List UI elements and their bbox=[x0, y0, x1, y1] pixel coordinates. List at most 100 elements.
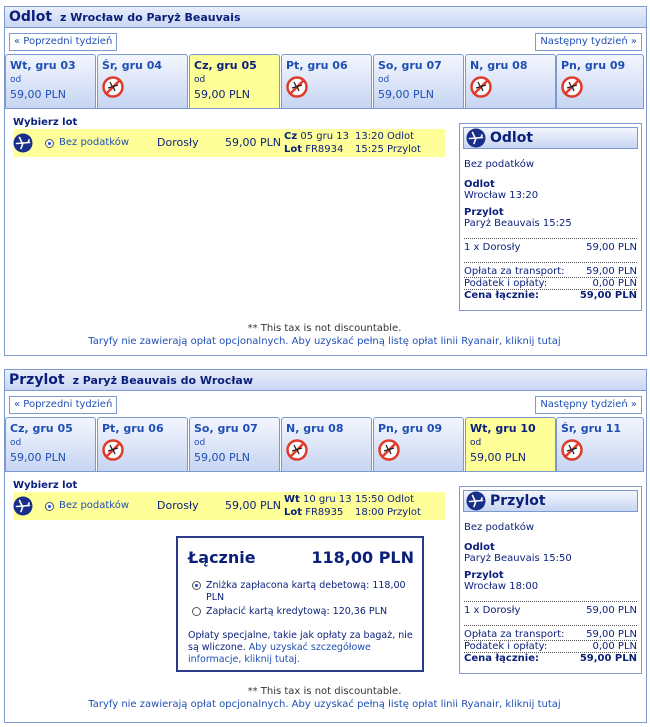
summary-pax-row: 1 x Dorosły 59,00 PLN bbox=[464, 601, 637, 616]
plane-icon bbox=[466, 128, 486, 148]
day-label: Wt, gru 10 bbox=[470, 422, 536, 435]
outbound-route: z Wrocław do Paryż Beauvais bbox=[60, 10, 241, 24]
inbound-day-tab[interactable]: Śr, gru 11 bbox=[556, 417, 644, 471]
summary-arr-label: Przylot bbox=[464, 207, 504, 218]
inbound-title: Przylot bbox=[9, 372, 65, 388]
day-price: 59,00 PLN bbox=[470, 451, 526, 464]
fare-price: 59,00 PLN bbox=[225, 136, 281, 149]
day-od: od bbox=[10, 75, 22, 85]
summary-tax: Bez podatków bbox=[464, 159, 535, 170]
day-od: od bbox=[194, 75, 206, 85]
special-fees-info: Opłaty specjalne, takie jak opłaty za ba… bbox=[188, 630, 416, 666]
fare-radio[interactable] bbox=[45, 139, 54, 148]
no-flight-icon bbox=[102, 439, 124, 461]
day-label: Cz, gru 05 bbox=[10, 422, 73, 435]
inbound-next-week-button[interactable]: Następny tydzień » bbox=[535, 396, 642, 414]
inbound-summary: Przylot Bez podatków Odlot Paryż Beauvai… bbox=[459, 486, 642, 674]
no-flight-icon bbox=[286, 76, 308, 98]
inbound-day-tabs: Cz, gru 05 od 59,00 PLN Pt, gru 06 So, g… bbox=[5, 417, 646, 472]
day-label: Pt, gru 06 bbox=[102, 422, 164, 435]
summary-title: Odlot bbox=[490, 130, 534, 146]
plane-icon bbox=[466, 491, 486, 511]
summary-transport-row: Opłata za transport: 59,00 PLN bbox=[464, 262, 637, 277]
inbound-day-tab[interactable]: Pn, gru 09 bbox=[373, 417, 464, 471]
debit-card-radio[interactable] bbox=[192, 581, 201, 590]
fare-price: 59,00 PLN bbox=[225, 499, 281, 512]
outbound-day-tab[interactable]: So, gru 07 od 59,00 PLN bbox=[373, 54, 464, 108]
total-value: 118,00 PLN bbox=[311, 548, 414, 567]
day-label: Pn, gru 09 bbox=[378, 422, 443, 435]
day-price: 59,00 PLN bbox=[378, 88, 434, 101]
day-price: 59,00 PLN bbox=[10, 88, 66, 101]
day-od: od bbox=[194, 438, 206, 448]
summary-pax-row: 1 x Dorosły 59,00 PLN bbox=[464, 238, 637, 253]
fare-radio[interactable] bbox=[45, 502, 54, 511]
passenger-type: Dorosły bbox=[157, 136, 199, 149]
inbound-flight-row[interactable]: Bez podatków Dorosły 59,00 PLN Wt 10 gru… bbox=[13, 492, 445, 520]
day-label: Cz, gru 05 bbox=[194, 59, 257, 72]
outbound-day-tab[interactable]: Cz, gru 05 od 59,00 PLN bbox=[189, 54, 280, 108]
summary-total-row: Cena łącznie: 59,00 PLN bbox=[464, 289, 637, 301]
passenger-type: Dorosły bbox=[157, 499, 199, 512]
pick-flight-title: Wybierz lot bbox=[13, 480, 78, 491]
outbound-section: Odlot z Wrocław do Paryż Beauvais « Popr… bbox=[4, 6, 647, 356]
inbound-prev-week-button[interactable]: « Poprzedni tydzień bbox=[9, 396, 118, 414]
fees-link[interactable]: Taryfy nie zawierają opłat opcjonalnych.… bbox=[5, 336, 644, 347]
day-label: N, gru 08 bbox=[286, 422, 344, 435]
summary-arr-value: Wrocław 18:00 bbox=[464, 581, 539, 592]
outbound-day-tabs: Wt, gru 03 od 59,00 PLN Śr, gru 04 Cz, g… bbox=[5, 54, 646, 109]
outbound-day-tab[interactable]: N, gru 08 bbox=[465, 54, 556, 108]
day-label: So, gru 07 bbox=[194, 422, 258, 435]
plane-icon bbox=[13, 133, 33, 153]
day-label: Śr, gru 11 bbox=[561, 422, 622, 435]
credit-card-option: Zapłacić kartą kredytową: 120,36 PLN bbox=[206, 606, 388, 617]
fees-link[interactable]: Taryfy nie zawierają opłat opcjonalnych.… bbox=[5, 699, 644, 710]
flight-times: 13:20 Odlot 15:25 Przylot bbox=[355, 131, 421, 155]
day-od: od bbox=[10, 438, 22, 448]
no-flight-icon bbox=[286, 439, 308, 461]
pick-flight-title: Wybierz lot bbox=[13, 117, 78, 128]
summary-tax: Bez podatków bbox=[464, 522, 535, 533]
inbound-day-tab[interactable]: Wt, gru 10 od 59,00 PLN bbox=[465, 417, 556, 471]
flight-times: 15:50 Odlot 18:00 Przylot bbox=[355, 494, 421, 518]
day-label: Pn, gru 09 bbox=[561, 59, 626, 72]
no-flight-icon bbox=[102, 76, 124, 98]
outbound-flight-row[interactable]: Bez podatków Dorosły 59,00 PLN Cz 05 gru… bbox=[13, 129, 445, 157]
inbound-day-tab[interactable]: N, gru 08 bbox=[281, 417, 372, 471]
summary-arr-label: Przylot bbox=[464, 570, 504, 581]
summary-header: Odlot bbox=[463, 127, 638, 149]
day-od: od bbox=[470, 438, 482, 448]
summary-header: Przylot bbox=[463, 490, 638, 512]
outbound-day-tab[interactable]: Pn, gru 09 bbox=[556, 54, 644, 108]
summary-fees-row: Podatek i opłaty: 0,00 PLN bbox=[464, 277, 637, 289]
outbound-title: Odlot bbox=[9, 9, 53, 25]
inbound-day-tab[interactable]: So, gru 07 od 59,00 PLN bbox=[189, 417, 280, 471]
fare-tax-label: Bez podatków bbox=[59, 137, 130, 148]
outbound-day-tab[interactable]: Wt, gru 03 od 59,00 PLN bbox=[5, 54, 96, 108]
outbound-prev-week-button[interactable]: « Poprzedni tydzień bbox=[9, 33, 118, 51]
summary-fees-row: Podatek i opłaty: 0,00 PLN bbox=[464, 640, 637, 652]
day-label: N, gru 08 bbox=[470, 59, 528, 72]
outbound-day-tab[interactable]: Pt, gru 06 bbox=[281, 54, 372, 108]
day-label: So, gru 07 bbox=[378, 59, 442, 72]
no-flight-icon bbox=[561, 76, 583, 98]
summary-total-row: Cena łącznie: 59,00 PLN bbox=[464, 652, 637, 664]
credit-card-radio[interactable] bbox=[192, 607, 201, 616]
outbound-day-tab[interactable]: Śr, gru 04 bbox=[97, 54, 188, 108]
inbound-day-tab[interactable]: Cz, gru 05 od 59,00 PLN bbox=[5, 417, 96, 471]
summary-dep-value: Wrocław 13:20 bbox=[464, 190, 539, 201]
no-flight-icon bbox=[378, 439, 400, 461]
fare-tax-label: Bez podatków bbox=[59, 500, 130, 511]
summary-transport-row: Opłata za transport: 59,00 PLN bbox=[464, 625, 637, 640]
outbound-next-week-button[interactable]: Następny tydzień » bbox=[535, 33, 642, 51]
summary-arr-value: Paryż Beauvais 15:25 bbox=[464, 218, 572, 229]
inbound-day-tab[interactable]: Pt, gru 06 bbox=[97, 417, 188, 471]
day-od: od bbox=[378, 75, 390, 85]
tax-note: ** This tax is not discountable. bbox=[247, 323, 402, 334]
summary-dep-label: Odlot bbox=[464, 542, 495, 553]
summary-title: Przylot bbox=[490, 493, 546, 509]
no-flight-icon bbox=[470, 76, 492, 98]
summary-dep-label: Odlot bbox=[464, 179, 495, 190]
total-box: Łącznie 118,00 PLN Zniżka zapłacona kart… bbox=[176, 536, 424, 672]
day-price: 59,00 PLN bbox=[194, 88, 250, 101]
